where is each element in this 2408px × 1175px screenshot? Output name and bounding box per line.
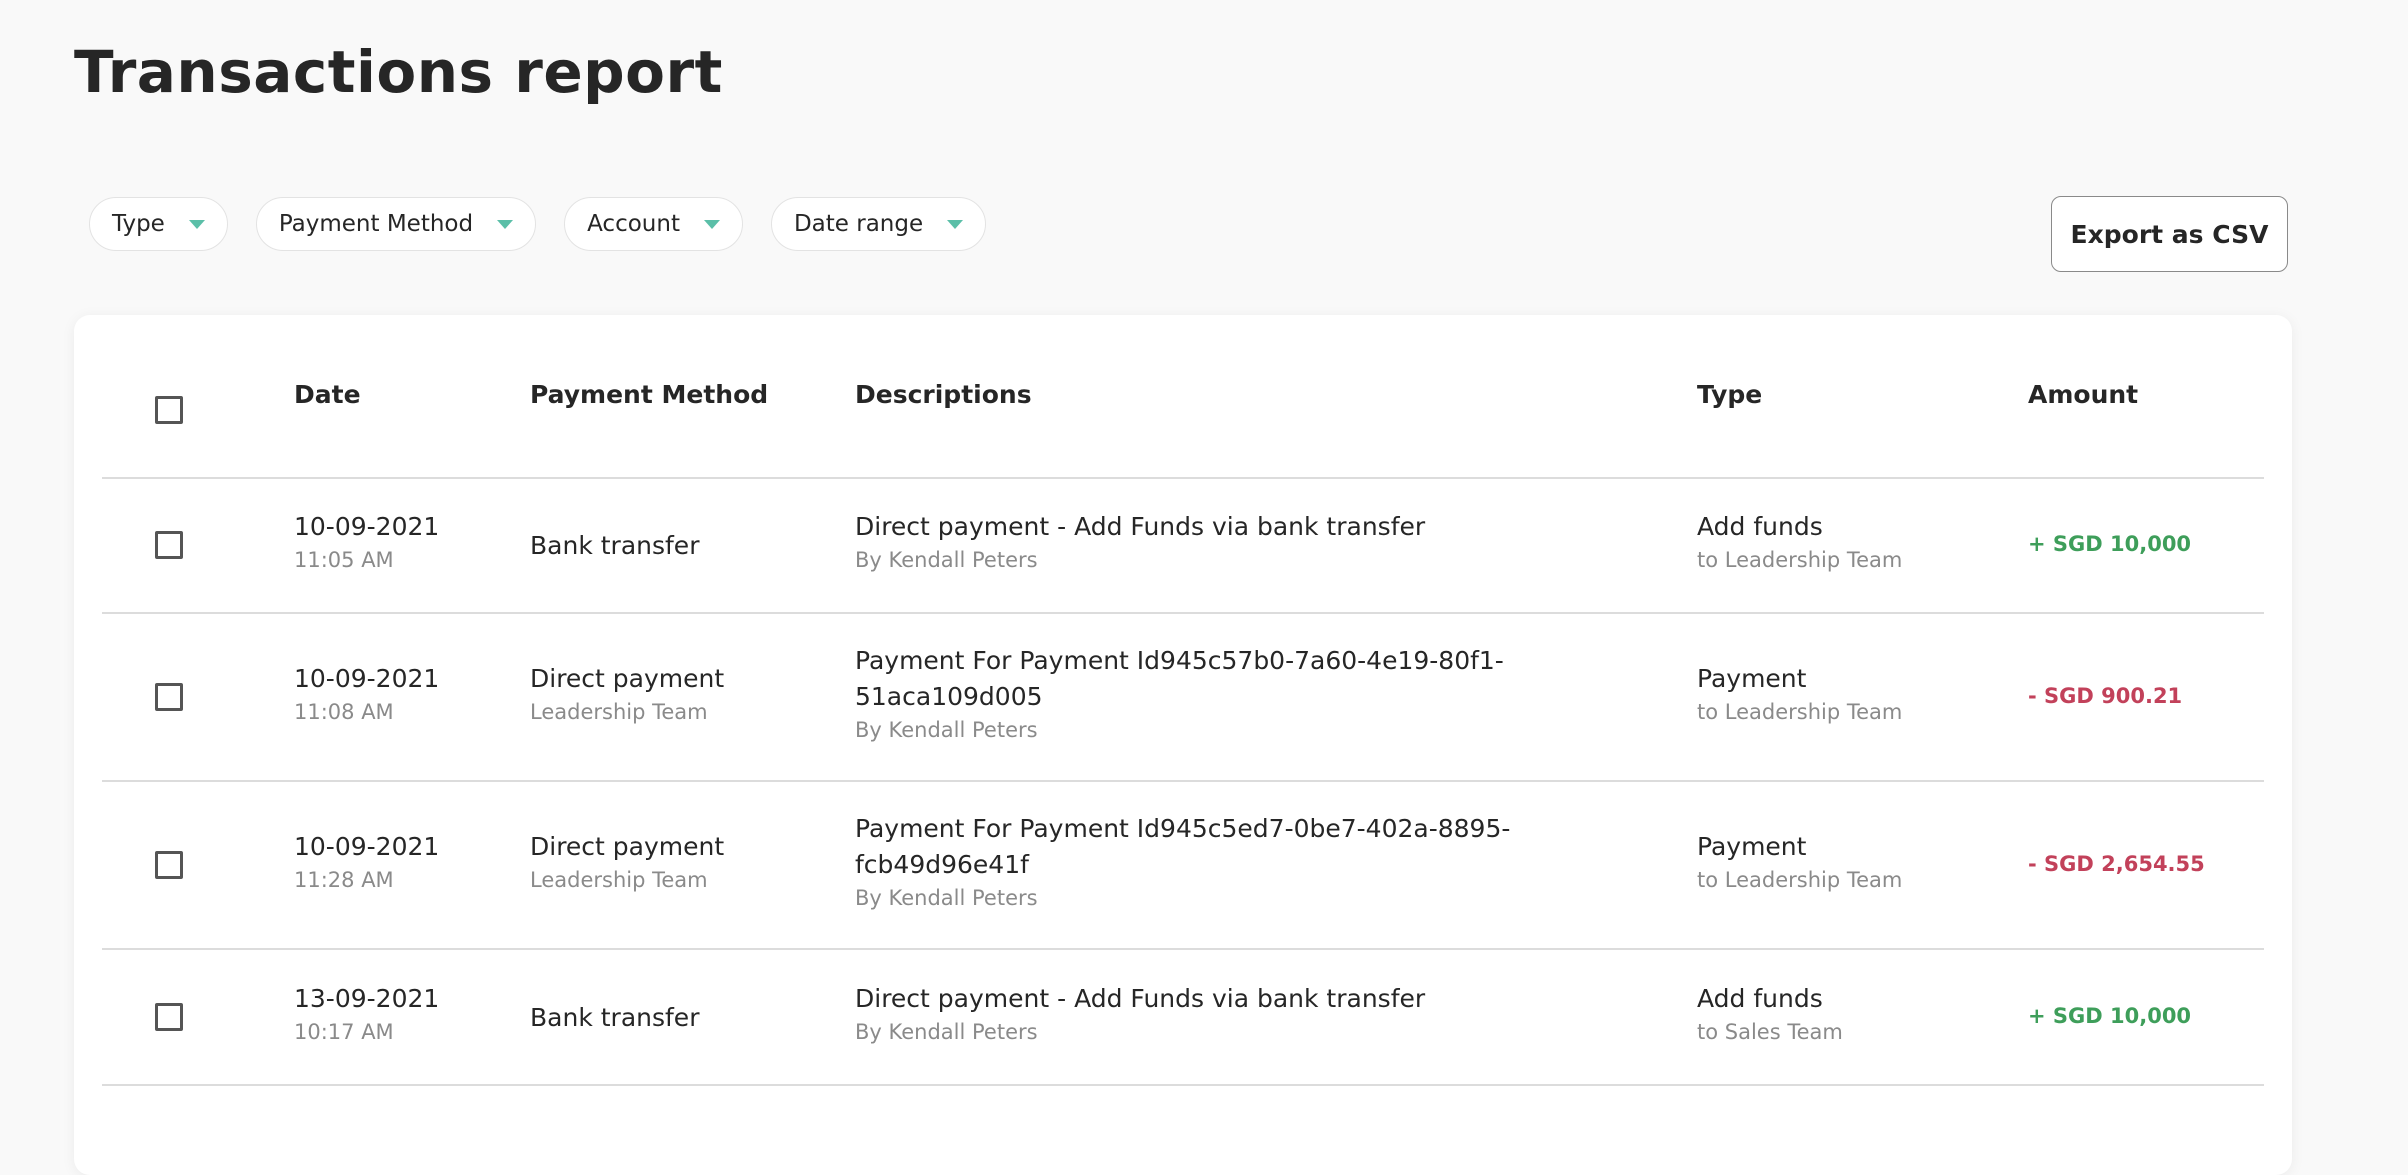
filter-type-dropdown[interactable]: Type [89,197,228,251]
description-text: Direct payment - Add Funds via bank tran… [855,512,1426,541]
export-csv-button[interactable]: Export as CSV [2051,196,2288,272]
time-value: 10:17 AM [294,1020,394,1044]
row-divider [102,612,2264,614]
payment-method-value: Bank transfer [530,1003,700,1032]
payment-method-value: Direct payment [530,664,725,693]
row-divider [102,780,2264,782]
type-cell: Add funds to Sales Team [1697,981,1843,1047]
type-value: Add funds [1697,512,1823,541]
date-value: 10-09-2021 [294,832,440,861]
select-all-checkbox[interactable] [155,396,183,424]
payment-method-value: Bank transfer [530,531,700,560]
column-header-descriptions: Descriptions [855,380,1032,409]
description-text: Payment For Payment Id945c5ed7-0be7-402a… [855,814,1511,843]
type-target: to Sales Team [1697,1020,1843,1044]
type-target: to Leadership Team [1697,548,1903,572]
amount-value: - SGD 900.21 [2028,684,2183,708]
description-cell: Payment For Payment Id945c57b0-7a60-4e19… [855,643,1504,745]
row-checkbox[interactable] [155,851,183,879]
column-header-amount: Amount [2028,380,2139,409]
date-cell: 10-09-2021 11:08 AM [294,661,439,727]
filter-payment-method-label: Payment Method [278,211,474,237]
page-title: Transactions report [74,38,723,106]
description-author: By Kendall Peters [855,548,1038,572]
row-divider [102,1084,2264,1086]
time-value: 11:08 AM [294,700,394,724]
column-header-date: Date [294,380,361,409]
filter-date-range-dropdown[interactable]: Date range [770,197,987,251]
type-cell: Payment to Leadership Team [1697,661,1902,727]
date-cell: 13-09-2021 10:17 AM [294,981,439,1047]
amount-value: - SGD 2,654.55 [2028,852,2205,876]
amount-value: + SGD 10,000 [2028,1004,2192,1028]
caret-down-icon [947,219,964,229]
type-value: Payment [1697,832,1807,861]
date-cell: 10-09-2021 11:28 AM [294,829,439,895]
type-value: Payment [1697,664,1807,693]
payment-method-cell: Bank transfer [530,1000,699,1036]
row-checkbox[interactable] [155,531,183,559]
payment-method-cell: Direct payment Leadership Team [530,661,724,727]
type-cell: Add funds to Leadership Team [1697,509,1902,575]
type-target: to Leadership Team [1697,868,1903,892]
row-divider [102,948,2264,950]
filter-type-label: Type [112,211,165,237]
amount-value: + SGD 10,000 [2028,532,2192,556]
description-cell: Direct payment - Add Funds via bank tran… [855,509,1425,575]
type-cell: Payment to Leadership Team [1697,829,1902,895]
description-text-continued: fcb49d96e41f [855,850,1029,879]
date-value: 13-09-2021 [294,984,440,1013]
caret-down-icon [188,219,205,229]
type-target: to Leadership Team [1697,700,1903,724]
filter-date-range-label: Date range [793,211,924,237]
filter-bar: Type Payment Method Account Date range [89,197,987,251]
filter-payment-method-dropdown[interactable]: Payment Method [255,197,537,251]
description-cell: Payment For Payment Id945c5ed7-0be7-402a… [855,811,1510,913]
date-value: 10-09-2021 [294,512,440,541]
time-value: 11:28 AM [294,868,394,892]
caret-down-icon [497,219,514,229]
payment-method-value: Direct payment [530,832,725,861]
description-text: Direct payment - Add Funds via bank tran… [855,984,1426,1013]
description-author: By Kendall Peters [855,886,1038,910]
description-cell: Direct payment - Add Funds via bank tran… [855,981,1425,1047]
filter-account-label: Account [587,211,680,237]
column-header-type: Type [1697,380,1763,409]
column-header-payment-method: Payment Method [530,380,769,409]
payment-method-account: Leadership Team [530,700,708,724]
type-value: Add funds [1697,984,1823,1013]
row-checkbox[interactable] [155,683,183,711]
payment-method-account: Leadership Team [530,868,708,892]
description-text-continued: 51aca109d005 [855,682,1043,711]
caret-down-icon [703,219,720,229]
payment-method-cell: Direct payment Leadership Team [530,829,724,895]
row-checkbox[interactable] [155,1003,183,1031]
filter-account-dropdown[interactable]: Account [564,197,743,251]
description-text: Payment For Payment Id945c57b0-7a60-4e19… [855,646,1504,675]
date-value: 10-09-2021 [294,664,440,693]
description-author: By Kendall Peters [855,1020,1038,1044]
description-author: By Kendall Peters [855,718,1038,742]
date-cell: 10-09-2021 11:05 AM [294,509,439,575]
payment-method-cell: Bank transfer [530,528,699,564]
row-divider [102,477,2264,479]
time-value: 11:05 AM [294,548,394,572]
